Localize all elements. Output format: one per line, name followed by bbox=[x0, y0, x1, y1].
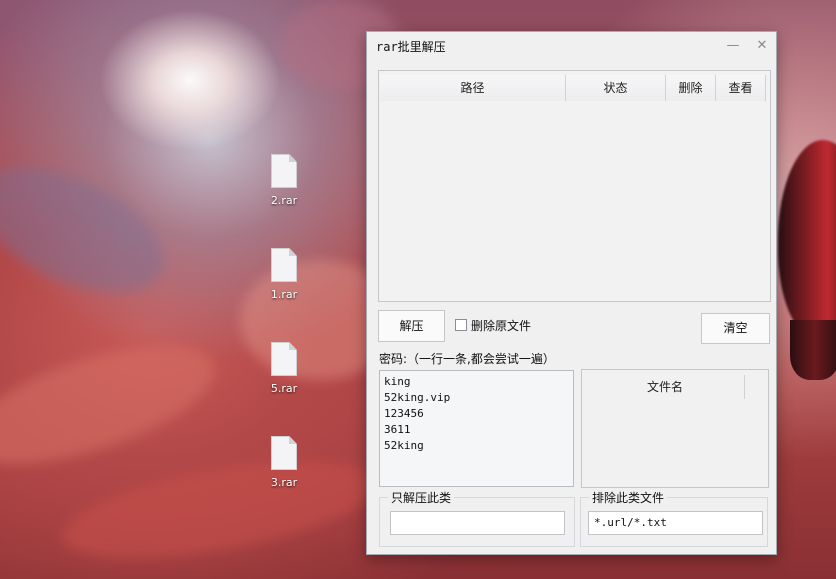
only-extract-title: 只解压此类 bbox=[388, 489, 455, 506]
wallpaper-cloud bbox=[0, 322, 228, 488]
password-textarea[interactable]: king 52king.vip 123456 3611 52king bbox=[379, 370, 574, 487]
clear-button[interactable]: 清空 bbox=[701, 313, 770, 344]
desktop-file-icon[interactable]: 3.rar bbox=[254, 436, 314, 489]
minimize-button[interactable]: — bbox=[722, 36, 744, 56]
rar-batch-extract-window: rar批里解压 — ✕ 路径 状态 删除 查看 解压 删除原文件 清空 密码:（… bbox=[366, 31, 777, 555]
title-bar[interactable]: rar批里解压 — ✕ bbox=[367, 32, 776, 60]
password-line: 3611 bbox=[384, 423, 411, 436]
only-extract-group: 只解压此类 bbox=[379, 489, 575, 547]
only-extract-input[interactable] bbox=[390, 511, 565, 535]
wallpaper-cloud bbox=[0, 142, 182, 318]
desktop-file-label: 1.rar bbox=[270, 288, 298, 301]
desktop-file-icon[interactable]: 5.rar bbox=[254, 342, 314, 395]
extract-button[interactable]: 解压 bbox=[378, 310, 445, 342]
delete-original-label[interactable]: 删除原文件 bbox=[471, 317, 531, 334]
column-header-delete[interactable]: 删除 bbox=[666, 75, 716, 101]
desktop-file-icon[interactable]: 1.rar bbox=[254, 248, 314, 301]
file-icon bbox=[271, 248, 297, 282]
password-line: 123456 bbox=[384, 407, 424, 420]
window-title: rar批里解压 bbox=[376, 40, 446, 54]
desktop-file-label: 3.rar bbox=[270, 476, 298, 489]
archive-file-list[interactable]: 文件名 bbox=[581, 369, 769, 488]
wallpaper-balloon-basket bbox=[790, 320, 836, 380]
file-icon bbox=[271, 342, 297, 376]
column-header-filename[interactable]: 文件名 bbox=[586, 375, 745, 399]
desktop-background: 2.rar 1.rar 5.rar 3.rar rar批里解压 — ✕ 路径 状… bbox=[0, 0, 836, 579]
password-line: king bbox=[384, 375, 411, 388]
exclude-input[interactable]: *.url/*.txt bbox=[588, 511, 763, 535]
exclude-group: 排除此类文件 *.url/*.txt bbox=[580, 489, 768, 547]
exclude-title: 排除此类文件 bbox=[589, 489, 668, 506]
file-icon bbox=[271, 154, 297, 188]
desktop-file-label: 2.rar bbox=[270, 194, 298, 207]
password-line: 52king.vip bbox=[384, 391, 451, 404]
desktop-file-icon[interactable]: 2.rar bbox=[254, 154, 314, 207]
desktop-file-label: 5.rar bbox=[270, 382, 298, 395]
file-icon bbox=[271, 436, 297, 470]
column-header-path[interactable]: 路径 bbox=[380, 75, 566, 101]
close-button[interactable]: ✕ bbox=[751, 36, 773, 56]
delete-original-checkbox[interactable] bbox=[455, 319, 467, 331]
file-list-view[interactable]: 路径 状态 删除 查看 bbox=[378, 70, 771, 302]
column-header-view[interactable]: 查看 bbox=[716, 75, 766, 101]
password-label: 密码:（一行一条,都会尝试一遍） bbox=[379, 352, 555, 366]
wallpaper-balloon bbox=[778, 140, 836, 340]
column-header-status[interactable]: 状态 bbox=[566, 75, 666, 101]
wallpaper-cloud bbox=[55, 442, 385, 578]
password-line: 52king bbox=[384, 439, 424, 452]
